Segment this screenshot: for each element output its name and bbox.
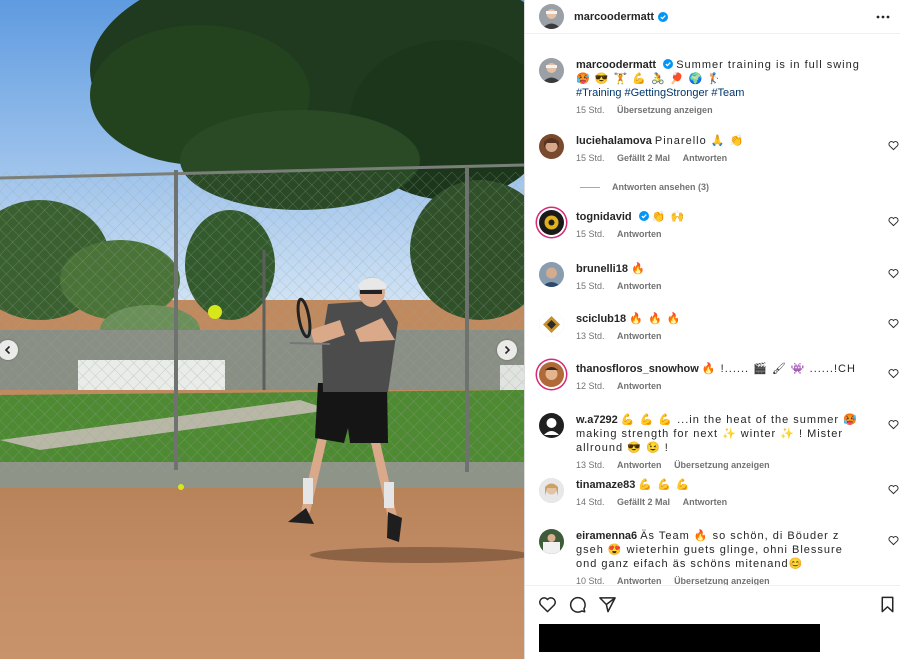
verified-badge-icon — [663, 59, 674, 69]
comment-time: 15 Std. — [576, 281, 605, 291]
comment-likes[interactable]: Gefällt 2 Mal — [617, 153, 670, 163]
avatar[interactable] — [539, 262, 564, 287]
heart-icon[interactable] — [888, 140, 899, 151]
profile-photo-icon — [539, 134, 564, 159]
profile-photo-icon — [539, 529, 564, 554]
heart-icon[interactable] — [888, 535, 899, 546]
heart-icon[interactable] — [888, 484, 899, 495]
reply-link[interactable]: Antworten — [683, 153, 728, 163]
comment-username[interactable]: tinamaze83 — [576, 479, 635, 491]
chevron-left-icon — [4, 345, 11, 355]
profile-photo-icon — [539, 4, 564, 29]
reply-link[interactable]: Antworten — [617, 460, 662, 470]
verified-badge-icon — [658, 11, 669, 22]
avatar[interactable] — [539, 58, 564, 83]
caption-username[interactable]: marcoodermatt — [576, 59, 656, 71]
view-replies-link[interactable]: Antworten ansehen (3) — [580, 182, 709, 192]
post-header: marcoodermatt — [525, 0, 900, 34]
share-icon[interactable] — [598, 595, 617, 614]
profile-photo-icon — [539, 362, 564, 387]
caption-time: 15 Std. — [576, 105, 605, 115]
comment-time: 15 Std. — [576, 153, 605, 163]
comment-text: 🔥 !...... 🎬 🖌 👾 ......!CH — [701, 363, 856, 375]
comment-text: Pinarello 🙏 👏 — [654, 135, 745, 147]
redacted-block — [539, 624, 820, 652]
profile-photo-icon — [539, 478, 564, 503]
bookmark-icon[interactable] — [878, 595, 897, 614]
more-horizontal-icon[interactable] — [875, 9, 891, 25]
profile-photo-icon — [539, 58, 564, 83]
post-side-panel: marcoodermatt marcoodermatt Summer train… — [524, 0, 900, 659]
comment-text: 👏 🙌 — [651, 211, 686, 223]
comment-username[interactable]: w.a7292 — [576, 414, 618, 426]
comment-time: 15 Std. — [576, 229, 605, 239]
avatar[interactable] — [539, 210, 564, 235]
reply-link[interactable]: Antworten — [683, 497, 728, 507]
profile-photo-icon — [539, 312, 564, 337]
translate-link[interactable]: Übersetzung anzeigen — [617, 105, 713, 115]
comment-text: 💪 💪 💪 ...in the heat of the summer 🥵 mak… — [576, 414, 858, 454]
profile-photo-icon — [539, 413, 564, 438]
comments-list[interactable]: marcoodermatt Summer training is in full… — [525, 40, 900, 585]
post-photo — [0, 0, 524, 659]
translate-link[interactable]: Übersetzung anzeigen — [674, 576, 770, 585]
view-replies-label: Antworten ansehen (3) — [612, 182, 710, 192]
comment-text: 🔥 🔥 🔥 — [629, 313, 682, 325]
avatar[interactable] — [539, 413, 564, 438]
heart-icon[interactable] — [888, 318, 899, 329]
comment-text: 🔥 — [631, 263, 646, 275]
translate-link[interactable]: Übersetzung anzeigen — [674, 460, 770, 470]
avatar[interactable] — [539, 312, 564, 337]
profile-photo-icon — [539, 210, 564, 235]
header-username[interactable]: marcoodermatt — [574, 11, 654, 23]
heart-icon[interactable] — [888, 268, 899, 279]
comment-username[interactable]: luciehalamova — [576, 135, 652, 147]
comment-time: 13 Std. — [576, 331, 605, 341]
avatar[interactable] — [539, 529, 564, 554]
avatar[interactable] — [539, 4, 564, 29]
verified-badge-icon — [638, 211, 649, 221]
tennis-scene-image — [0, 0, 524, 659]
comment-username[interactable]: sciclub18 — [576, 313, 626, 325]
heart-icon[interactable] — [888, 419, 899, 430]
avatar[interactable] — [539, 362, 564, 387]
comment-likes[interactable]: Gefällt 2 Mal — [617, 497, 670, 507]
comment-icon[interactable] — [568, 595, 587, 614]
profile-photo-icon — [539, 262, 564, 287]
reply-link[interactable]: Antworten — [617, 576, 662, 585]
comment-time: 12 Std. — [576, 381, 605, 391]
chevron-right-icon — [504, 345, 511, 355]
comment-username[interactable]: eiramenna6 — [576, 530, 637, 542]
next-image-button[interactable] — [497, 340, 517, 360]
reply-link[interactable]: Antworten — [617, 381, 662, 391]
comment-time: 10 Std. — [576, 576, 605, 585]
heart-icon[interactable] — [888, 216, 899, 227]
avatar[interactable] — [539, 134, 564, 159]
heart-icon[interactable] — [538, 595, 557, 614]
comment-time: 13 Std. — [576, 460, 605, 470]
replies-divider — [580, 186, 600, 188]
reply-link[interactable]: Antworten — [617, 281, 662, 291]
comment-username[interactable]: brunelli18 — [576, 263, 628, 275]
comment-text: 💪 💪 💪 — [638, 479, 691, 491]
avatar[interactable] — [539, 478, 564, 503]
reply-link[interactable]: Antworten — [617, 331, 662, 341]
comment-time: 14 Std. — [576, 497, 605, 507]
caption-hashtags[interactable]: #Training #GettingStronger #Team — [576, 86, 866, 100]
heart-icon[interactable] — [888, 368, 899, 379]
post-actions-bar — [525, 585, 900, 621]
comment-username[interactable]: tognidavid — [576, 211, 632, 223]
reply-link[interactable]: Antworten — [617, 229, 662, 239]
comment-username[interactable]: thanosfloros_snowhow — [576, 363, 699, 375]
